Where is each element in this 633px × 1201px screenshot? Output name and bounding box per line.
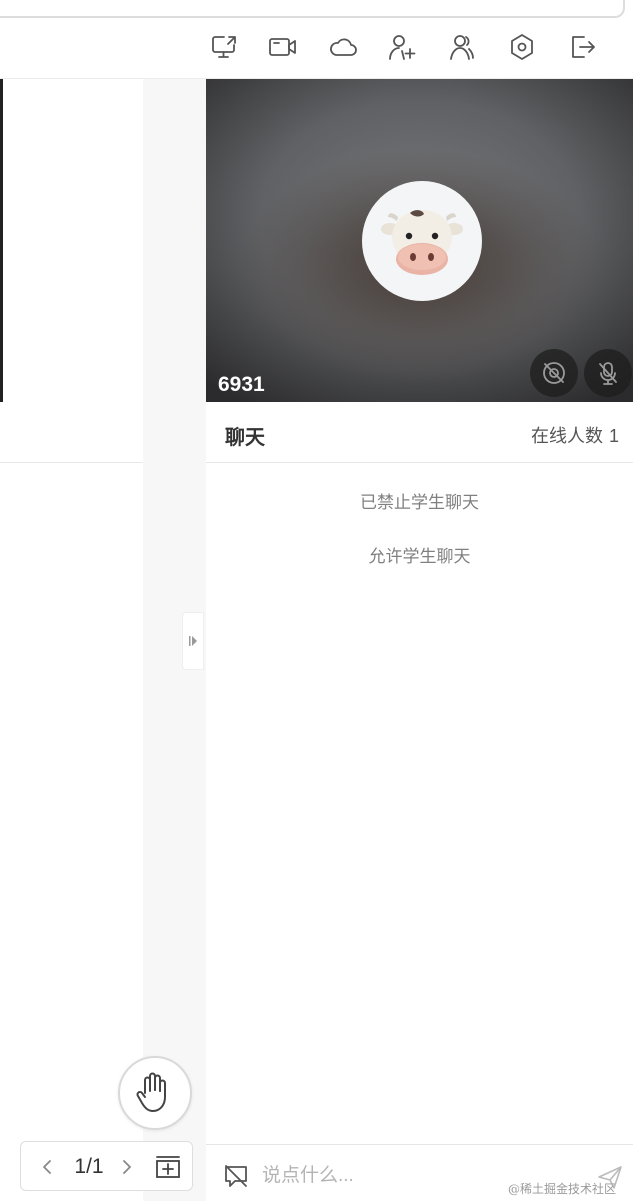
hand-icon: [136, 1072, 166, 1112]
whiteboard-divider: [0, 462, 143, 463]
exit-icon[interactable]: [567, 32, 597, 62]
collapse-arrow-icon: [189, 636, 197, 646]
add-page-icon[interactable]: [154, 1154, 182, 1180]
top-toolbar: [0, 0, 633, 79]
whiteboard-video-edge: [0, 79, 3, 402]
toolbar-top-border: [0, 0, 625, 18]
chevron-left-icon[interactable]: [37, 1155, 57, 1179]
cloud-icon[interactable]: [328, 32, 358, 62]
online-count-label: 在线人数: [530, 426, 603, 446]
system-message: 允许学生聊天: [368, 547, 471, 566]
screen-share-icon[interactable]: [209, 32, 239, 62]
system-message: 已禁止学生聊天: [360, 493, 479, 512]
mic-off-button[interactable]: [584, 349, 632, 397]
avatar: [362, 181, 482, 301]
raise-hand-button[interactable]: [118, 1056, 192, 1130]
whiteboard-area[interactable]: [0, 79, 143, 1201]
add-user-icon[interactable]: [387, 32, 417, 62]
page-indicator: 1/1: [74, 1155, 104, 1178]
chat-title: 聊天: [225, 427, 265, 449]
video-record-icon[interactable]: [268, 32, 298, 62]
cow-avatar-icon: [381, 210, 463, 275]
video-tile[interactable]: 6931: [206, 79, 633, 402]
mic-off-icon: [599, 362, 617, 385]
chat-disabled-icon[interactable]: [223, 1163, 249, 1189]
page-navigator: 1/1: [20, 1141, 193, 1191]
users-icon[interactable]: [447, 32, 477, 62]
collapse-panel-button[interactable]: [182, 612, 204, 670]
settings-icon[interactable]: [507, 32, 537, 62]
watermark: @稀土掘金技术社区: [508, 1182, 617, 1196]
chat-header: 聊天 在线人数 1: [206, 402, 633, 463]
chevron-right-icon[interactable]: [117, 1155, 137, 1179]
online-count-value: 1: [608, 426, 619, 446]
online-count: 在线人数 1: [531, 422, 619, 448]
camera-off-button[interactable]: [530, 349, 578, 397]
camera-off-icon: [543, 362, 565, 384]
video-user-id: 6931: [218, 373, 265, 396]
